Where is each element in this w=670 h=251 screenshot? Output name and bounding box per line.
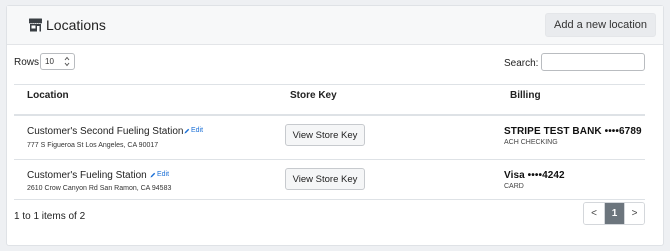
edit-location-link[interactable]: Edit	[150, 171, 169, 178]
location-name: Customer's Fueling Station	[27, 170, 147, 181]
billing-account: Visa ••••4242	[504, 170, 565, 181]
page-title-group: Locations	[28, 17, 106, 33]
table-bottom-divider	[14, 199, 645, 200]
pencil-icon	[150, 172, 156, 178]
search-label: Search:	[504, 58, 539, 69]
table-top-divider	[14, 84, 645, 85]
table-header-divider	[14, 114, 645, 116]
billing-type: CARD	[504, 183, 524, 190]
card-header: Locations Add a new location	[7, 6, 663, 45]
location-address: 2610 Crow Canyon Rd San Ramon, CA 94583	[27, 185, 172, 192]
column-header-store-key: Store Key	[290, 90, 337, 101]
page-1-button[interactable]: 1	[604, 203, 624, 224]
store-icon	[28, 18, 43, 32]
billing-type: ACH CHECKING	[504, 139, 558, 146]
add-location-button[interactable]: Add a new location	[545, 13, 656, 37]
updown-chevron-icon	[64, 56, 70, 69]
items-count: 1 to 1 items of 2	[14, 211, 86, 222]
next-page-button[interactable]: >	[624, 203, 644, 224]
column-header-location: Location	[27, 90, 69, 101]
edit-label: Edit	[157, 171, 170, 178]
row-divider	[14, 159, 645, 160]
view-store-key-button[interactable]: View Store Key	[285, 168, 365, 190]
rows-select[interactable]: 10	[40, 53, 75, 70]
page-title: Locations	[46, 17, 106, 33]
edit-label: Edit	[191, 127, 204, 134]
rows-label: Rows	[14, 57, 40, 68]
view-store-key-button[interactable]: View Store Key	[285, 124, 365, 146]
location-name: Customer's Second Fueling Station	[27, 126, 184, 137]
location-address: 777 S Figueroa St Los Angeles, CA 90017	[27, 142, 159, 149]
billing-account: STRIPE TEST BANK ••••6789	[504, 126, 642, 137]
search-input[interactable]	[541, 53, 645, 71]
pencil-icon	[184, 128, 190, 134]
previous-page-button[interactable]: <	[584, 203, 604, 224]
column-header-billing: Billing	[510, 90, 541, 101]
edit-location-link[interactable]: Edit	[184, 127, 203, 134]
pagination: < 1 >	[583, 202, 645, 225]
rows-select-value: 10	[45, 57, 54, 66]
